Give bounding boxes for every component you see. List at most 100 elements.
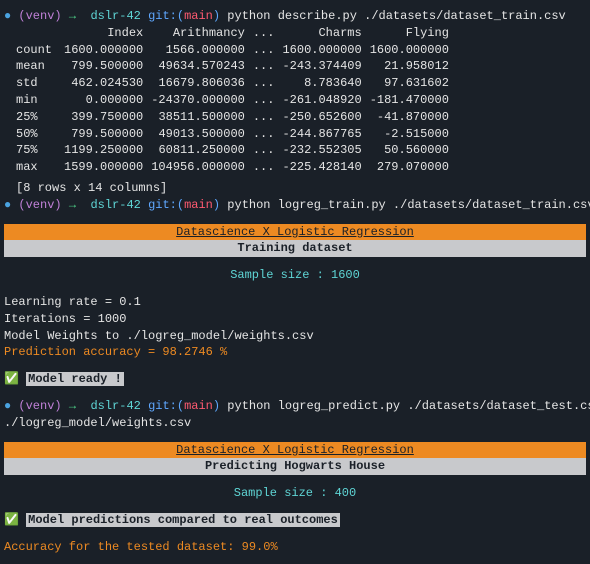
table-header-row: Index Arithmancy ... Charms Flying <box>4 25 457 42</box>
predictions-compared-label: Model predictions compared to real outco… <box>26 513 340 527</box>
git-close: ) <box>213 9 220 23</box>
cell: 399.750000 <box>64 109 151 126</box>
cell: 75% <box>4 142 64 159</box>
model-ready-label: Model ready ! <box>26 372 124 386</box>
weights-path: Model Weights to ./logreg_model/weights.… <box>4 328 586 345</box>
cell: count <box>4 42 64 59</box>
table-row: std462.02453016679.806036...8.78364097.6… <box>4 75 457 92</box>
cell: 21.958012 <box>370 58 457 75</box>
sample-size-predict: Sample size : 400 <box>4 485 586 502</box>
git-label: git:( <box>148 9 184 23</box>
learning-rate: Learning rate = 0.1 <box>4 294 586 311</box>
venv-tag: (venv) <box>18 198 61 212</box>
hcell <box>4 25 64 42</box>
table-row: 50%799.50000049013.500000...-244.867765-… <box>4 126 457 143</box>
cell: 50.560000 <box>370 142 457 159</box>
banner-title-predict: Datascience X Logistic Regression <box>4 442 586 459</box>
cell: 50% <box>4 126 64 143</box>
table-row: mean799.50000049634.570243...-243.374409… <box>4 58 457 75</box>
cell: -261.048920 <box>282 92 369 109</box>
cell: 38511.500000 <box>151 109 253 126</box>
cell: -244.867765 <box>282 126 369 143</box>
prompt-predict: ● (venv) → dslr-42 git:(main) python log… <box>4 398 586 415</box>
hcell: Index <box>64 25 151 42</box>
git-label: git:( <box>148 198 184 212</box>
table-shape: [8 rows x 14 columns] <box>16 180 586 197</box>
cell: 799.500000 <box>64 126 151 143</box>
venv-tag: (venv) <box>18 399 61 413</box>
hcell: ... <box>253 25 283 42</box>
dir-name: dslr-42 <box>90 9 140 23</box>
cell: ... <box>253 109 283 126</box>
dir-name: dslr-42 <box>90 399 140 413</box>
cell: -232.552305 <box>282 142 369 159</box>
cell: -181.470000 <box>370 92 457 109</box>
command-predict: python logreg_predict.py ./datasets/data… <box>227 399 590 413</box>
command-predict-continued: ./logreg_model/weights.csv <box>4 415 586 432</box>
cell: 1199.250000 <box>64 142 151 159</box>
arrow-icon: → <box>69 198 76 212</box>
cell: ... <box>253 58 283 75</box>
banner-sub-train: Training dataset <box>4 240 586 257</box>
iterations: Iterations = 1000 <box>4 311 586 328</box>
command-describe: python describe.py ./datasets/dataset_tr… <box>227 9 565 23</box>
cell: -41.870000 <box>370 109 457 126</box>
hcell: Flying <box>370 25 457 42</box>
test-accuracy: Accuracy for the tested dataset: 99.0% <box>4 539 586 556</box>
banner-sub-predict: Predicting Hogwarts House <box>4 458 586 475</box>
cell: 49634.570243 <box>151 58 253 75</box>
table-row: max1599.000000104956.000000...-225.42814… <box>4 159 457 176</box>
cell: 8.783640 <box>282 75 369 92</box>
cell: -24370.000000 <box>151 92 253 109</box>
cell: std <box>4 75 64 92</box>
git-branch: main <box>184 9 213 23</box>
check-icon: ✅ <box>4 513 19 527</box>
prediction-accuracy: Prediction accuracy = 98.2746 % <box>4 344 586 361</box>
predictions-compared-line: ✅ Model predictions compared to real out… <box>4 512 586 529</box>
table-row: min0.000000-24370.000000...-261.048920-1… <box>4 92 457 109</box>
describe-table: Index Arithmancy ... Charms Flying count… <box>4 25 457 176</box>
cell: min <box>4 92 64 109</box>
cell: 1600.000000 <box>370 42 457 59</box>
table-row: 25%399.75000038511.500000...-250.652600-… <box>4 109 457 126</box>
bullet-icon: ● <box>4 9 11 23</box>
git-close: ) <box>213 198 220 212</box>
cell: ... <box>253 92 283 109</box>
arrow-icon: → <box>69 399 76 413</box>
cell: 1600.000000 <box>64 42 151 59</box>
cell: 1599.000000 <box>64 159 151 176</box>
cell: 279.070000 <box>370 159 457 176</box>
cell: 16679.806036 <box>151 75 253 92</box>
cell: ... <box>253 159 283 176</box>
cell: -243.374409 <box>282 58 369 75</box>
cell: mean <box>4 58 64 75</box>
cell: 0.000000 <box>64 92 151 109</box>
sample-size-train: Sample size : 1600 <box>4 267 586 284</box>
bullet-icon: ● <box>4 399 11 413</box>
model-ready-line: ✅ Model ready ! <box>4 371 586 388</box>
cell: 462.024530 <box>64 75 151 92</box>
cell: 49013.500000 <box>151 126 253 143</box>
cell: 104956.000000 <box>151 159 253 176</box>
git-branch: main <box>184 399 213 413</box>
cell: 1600.000000 <box>282 42 369 59</box>
cell: 1566.000000 <box>151 42 253 59</box>
hcell: Arithmancy <box>151 25 253 42</box>
dir-name: dslr-42 <box>90 198 140 212</box>
hcell: Charms <box>282 25 369 42</box>
cell: 60811.250000 <box>151 142 253 159</box>
cell: ... <box>253 42 283 59</box>
check-icon: ✅ <box>4 372 19 386</box>
command-train: python logreg_train.py ./datasets/datase… <box>227 198 590 212</box>
cell: -2.515000 <box>370 126 457 143</box>
venv-tag: (venv) <box>18 9 61 23</box>
cell: 97.631602 <box>370 75 457 92</box>
table-row: count1600.0000001566.000000...1600.00000… <box>4 42 457 59</box>
banner-title-train: Datascience X Logistic Regression <box>4 224 586 241</box>
table-row: 75%1199.25000060811.250000...-232.552305… <box>4 142 457 159</box>
cell: 799.500000 <box>64 58 151 75</box>
cell: 25% <box>4 109 64 126</box>
git-close: ) <box>213 399 220 413</box>
arrow-icon: → <box>69 9 76 23</box>
cell: ... <box>253 75 283 92</box>
